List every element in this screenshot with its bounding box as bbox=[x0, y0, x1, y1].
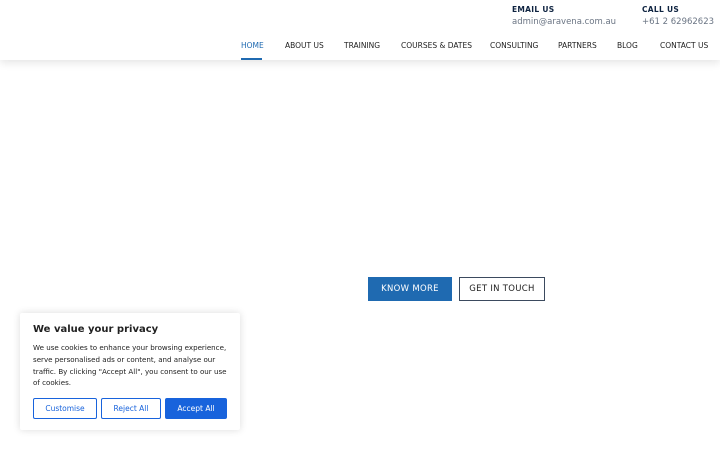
phone-number[interactable]: +61 2 62962623 bbox=[642, 16, 714, 28]
active-nav-indicator bbox=[241, 58, 262, 60]
customise-button[interactable]: Customise bbox=[33, 398, 97, 419]
cookie-consent-banner: We value your privacy We use cookies to … bbox=[20, 313, 240, 430]
reject-all-button[interactable]: Reject All bbox=[101, 398, 161, 419]
email-contact: EMAIL US admin@aravena.com.au bbox=[512, 5, 616, 28]
nav-item-contact-us[interactable]: CONTACT US bbox=[660, 41, 708, 50]
nav-item-courses-dates[interactable]: COURSES & DATES bbox=[401, 41, 472, 50]
phone-label: CALL US bbox=[642, 5, 680, 14]
nav-item-about-us[interactable]: ABOUT US bbox=[285, 41, 324, 50]
email-label: EMAIL US bbox=[512, 5, 555, 14]
know-more-button[interactable]: KNOW MORE bbox=[368, 277, 452, 301]
nav-item-training[interactable]: TRAINING bbox=[344, 41, 380, 50]
nav-item-blog[interactable]: BLOG bbox=[617, 41, 638, 50]
phone-contact: CALL US +61 2 62962623 bbox=[642, 5, 714, 28]
main-nav: HOME ABOUT US TRAINING COURSES & DATES C… bbox=[0, 36, 720, 60]
email-address[interactable]: admin@aravena.com.au bbox=[512, 16, 616, 28]
cookie-description: We use cookies to enhance your browsing … bbox=[33, 343, 227, 388]
get-in-touch-button[interactable]: GET IN TOUCH bbox=[459, 277, 545, 301]
nav-item-consulting[interactable]: CONSULTING bbox=[490, 41, 538, 50]
nav-item-partners[interactable]: PARTNERS bbox=[558, 41, 597, 50]
cookie-title: We value your privacy bbox=[33, 324, 159, 335]
accept-all-button[interactable]: Accept All bbox=[165, 398, 227, 419]
page: EMAIL US admin@aravena.com.au CALL US +6… bbox=[0, 0, 720, 450]
nav-item-home[interactable]: HOME bbox=[241, 41, 264, 50]
site-header: EMAIL US admin@aravena.com.au CALL US +6… bbox=[0, 0, 720, 60]
